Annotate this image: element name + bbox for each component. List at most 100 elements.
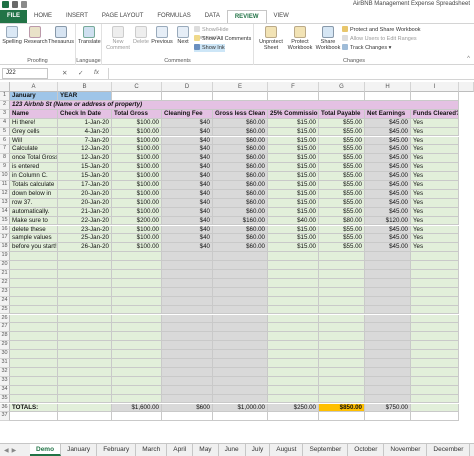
data-cell[interactable] — [411, 394, 459, 404]
data-cell[interactable]: $60.00 — [213, 207, 268, 217]
translate-button[interactable]: Translate — [78, 26, 101, 45]
sheet-tab-may[interactable]: May — [193, 444, 219, 456]
data-cell[interactable]: $45.00 — [365, 136, 411, 146]
data-cell[interactable]: $120.00 — [365, 216, 411, 226]
data-cell[interactable]: delete these — [10, 225, 58, 235]
data-cell[interactable] — [268, 261, 319, 270]
data-cell[interactable] — [411, 385, 459, 395]
data-cell[interactable]: $15.00 — [268, 172, 319, 181]
data-cell[interactable]: $100.00 — [112, 145, 162, 155]
total-gross-less-cell[interactable]: $1,000.00 — [213, 403, 268, 413]
enter-icon[interactable]: ✓ — [78, 69, 83, 77]
previous-sheet-icon[interactable]: ◀ — [4, 447, 9, 454]
tab-home[interactable]: HOME — [27, 10, 59, 23]
data-cell[interactable] — [162, 350, 213, 359]
data-cell[interactable]: $45.00 — [365, 127, 411, 137]
spelling-button[interactable]: Spelling — [2, 26, 22, 45]
data-cell[interactable] — [10, 296, 58, 306]
data-cell[interactable]: $100.00 — [112, 127, 162, 137]
data-cell[interactable]: Yes — [411, 207, 459, 217]
data-cell[interactable] — [162, 252, 213, 262]
data-cell[interactable]: $55.00 — [319, 198, 365, 208]
row-header[interactable]: 28 — [0, 332, 10, 342]
row-header[interactable]: 8 — [0, 154, 10, 164]
column-header-d[interactable]: D — [162, 82, 213, 92]
sheet-tab-june[interactable]: June — [219, 444, 246, 456]
data-cell[interactable]: 22-Jan-20 — [58, 216, 112, 226]
data-cell[interactable] — [365, 394, 411, 404]
data-cell[interactable]: $40 — [162, 154, 213, 164]
column-title-cell[interactable]: Net Earnings — [365, 109, 411, 119]
data-cell[interactable] — [213, 278, 268, 288]
data-cell[interactable]: Hi there! — [10, 118, 58, 128]
data-cell[interactable] — [411, 332, 459, 342]
sheet-tab-november[interactable]: November — [384, 444, 428, 456]
data-cell[interactable] — [213, 252, 268, 262]
data-cell[interactable]: Yes — [411, 234, 459, 244]
data-cell[interactable] — [365, 252, 411, 262]
data-cell[interactable]: $160.00 — [213, 216, 268, 226]
cell[interactable] — [58, 412, 112, 422]
data-cell[interactable]: 12-Jan-20 — [58, 145, 112, 155]
row-header[interactable]: 17 — [0, 234, 10, 244]
data-cell[interactable] — [162, 367, 213, 377]
data-cell[interactable] — [58, 287, 112, 297]
data-cell[interactable]: $40 — [162, 145, 213, 155]
data-cell[interactable] — [268, 270, 319, 279]
data-cell[interactable] — [162, 296, 213, 306]
data-cell[interactable] — [268, 367, 319, 377]
data-cell[interactable] — [10, 394, 58, 404]
total-clean-cell[interactable]: $600 — [162, 403, 213, 413]
cell[interactable] — [268, 412, 319, 422]
row-header[interactable]: 7 — [0, 145, 10, 155]
unprotect-sheet-button[interactable]: Unprotect Sheet — [258, 26, 284, 51]
column-title-cell[interactable]: Gross less Clean — [213, 109, 268, 119]
sheet-tab-december[interactable]: December — [427, 444, 471, 456]
row-header[interactable]: 6 — [0, 136, 10, 146]
save-icon[interactable] — [12, 1, 18, 8]
data-cell[interactable] — [58, 332, 112, 342]
data-cell[interactable] — [10, 359, 58, 368]
data-cell[interactable] — [411, 341, 459, 351]
data-cell[interactable] — [319, 305, 365, 315]
data-cell[interactable] — [162, 261, 213, 270]
data-cell[interactable]: $15.00 — [268, 225, 319, 235]
cell[interactable] — [411, 92, 459, 101]
data-cell[interactable] — [112, 261, 162, 270]
data-cell[interactable] — [112, 332, 162, 342]
data-cell[interactable] — [268, 359, 319, 368]
data-cell[interactable]: Yes — [411, 181, 459, 190]
data-cell[interactable]: Yes — [411, 172, 459, 181]
select-all-corner[interactable] — [0, 82, 10, 92]
row-header[interactable]: 26 — [0, 314, 10, 324]
allow-users-edit-ranges-button[interactable]: Allow Users to Edit Ranges — [342, 35, 417, 43]
cell[interactable] — [162, 412, 213, 422]
data-cell[interactable]: $40 — [162, 225, 213, 235]
cell[interactable] — [365, 92, 411, 101]
data-cell[interactable] — [112, 252, 162, 262]
row-header[interactable]: 23 — [0, 287, 10, 297]
column-header-h[interactable]: H — [365, 82, 411, 92]
data-cell[interactable] — [58, 278, 112, 288]
tab-file[interactable]: FILE — [0, 10, 27, 23]
row-header[interactable]: 21 — [0, 270, 10, 279]
data-cell[interactable] — [319, 270, 365, 279]
show-all-comments-button[interactable]: Show All Comments — [194, 35, 251, 43]
data-cell[interactable] — [112, 305, 162, 315]
data-cell[interactable]: Grey cells — [10, 127, 58, 137]
data-cell[interactable]: $15.00 — [268, 234, 319, 244]
sheet-tab-july[interactable]: July — [246, 444, 271, 456]
row-header[interactable]: 37 — [0, 412, 10, 422]
data-cell[interactable]: in Column C. — [10, 172, 58, 181]
data-cell[interactable] — [365, 296, 411, 306]
data-cell[interactable]: down below in — [10, 189, 58, 199]
data-cell[interactable] — [162, 314, 213, 324]
data-cell[interactable]: 25-Jan-20 — [58, 234, 112, 244]
data-cell[interactable]: $100.00 — [112, 163, 162, 173]
data-cell[interactable]: $15.00 — [268, 243, 319, 253]
data-cell[interactable] — [411, 296, 459, 306]
data-cell[interactable] — [58, 394, 112, 404]
data-cell[interactable]: 23-Jan-20 — [58, 225, 112, 235]
data-cell[interactable] — [319, 341, 365, 351]
data-cell[interactable] — [319, 332, 365, 342]
